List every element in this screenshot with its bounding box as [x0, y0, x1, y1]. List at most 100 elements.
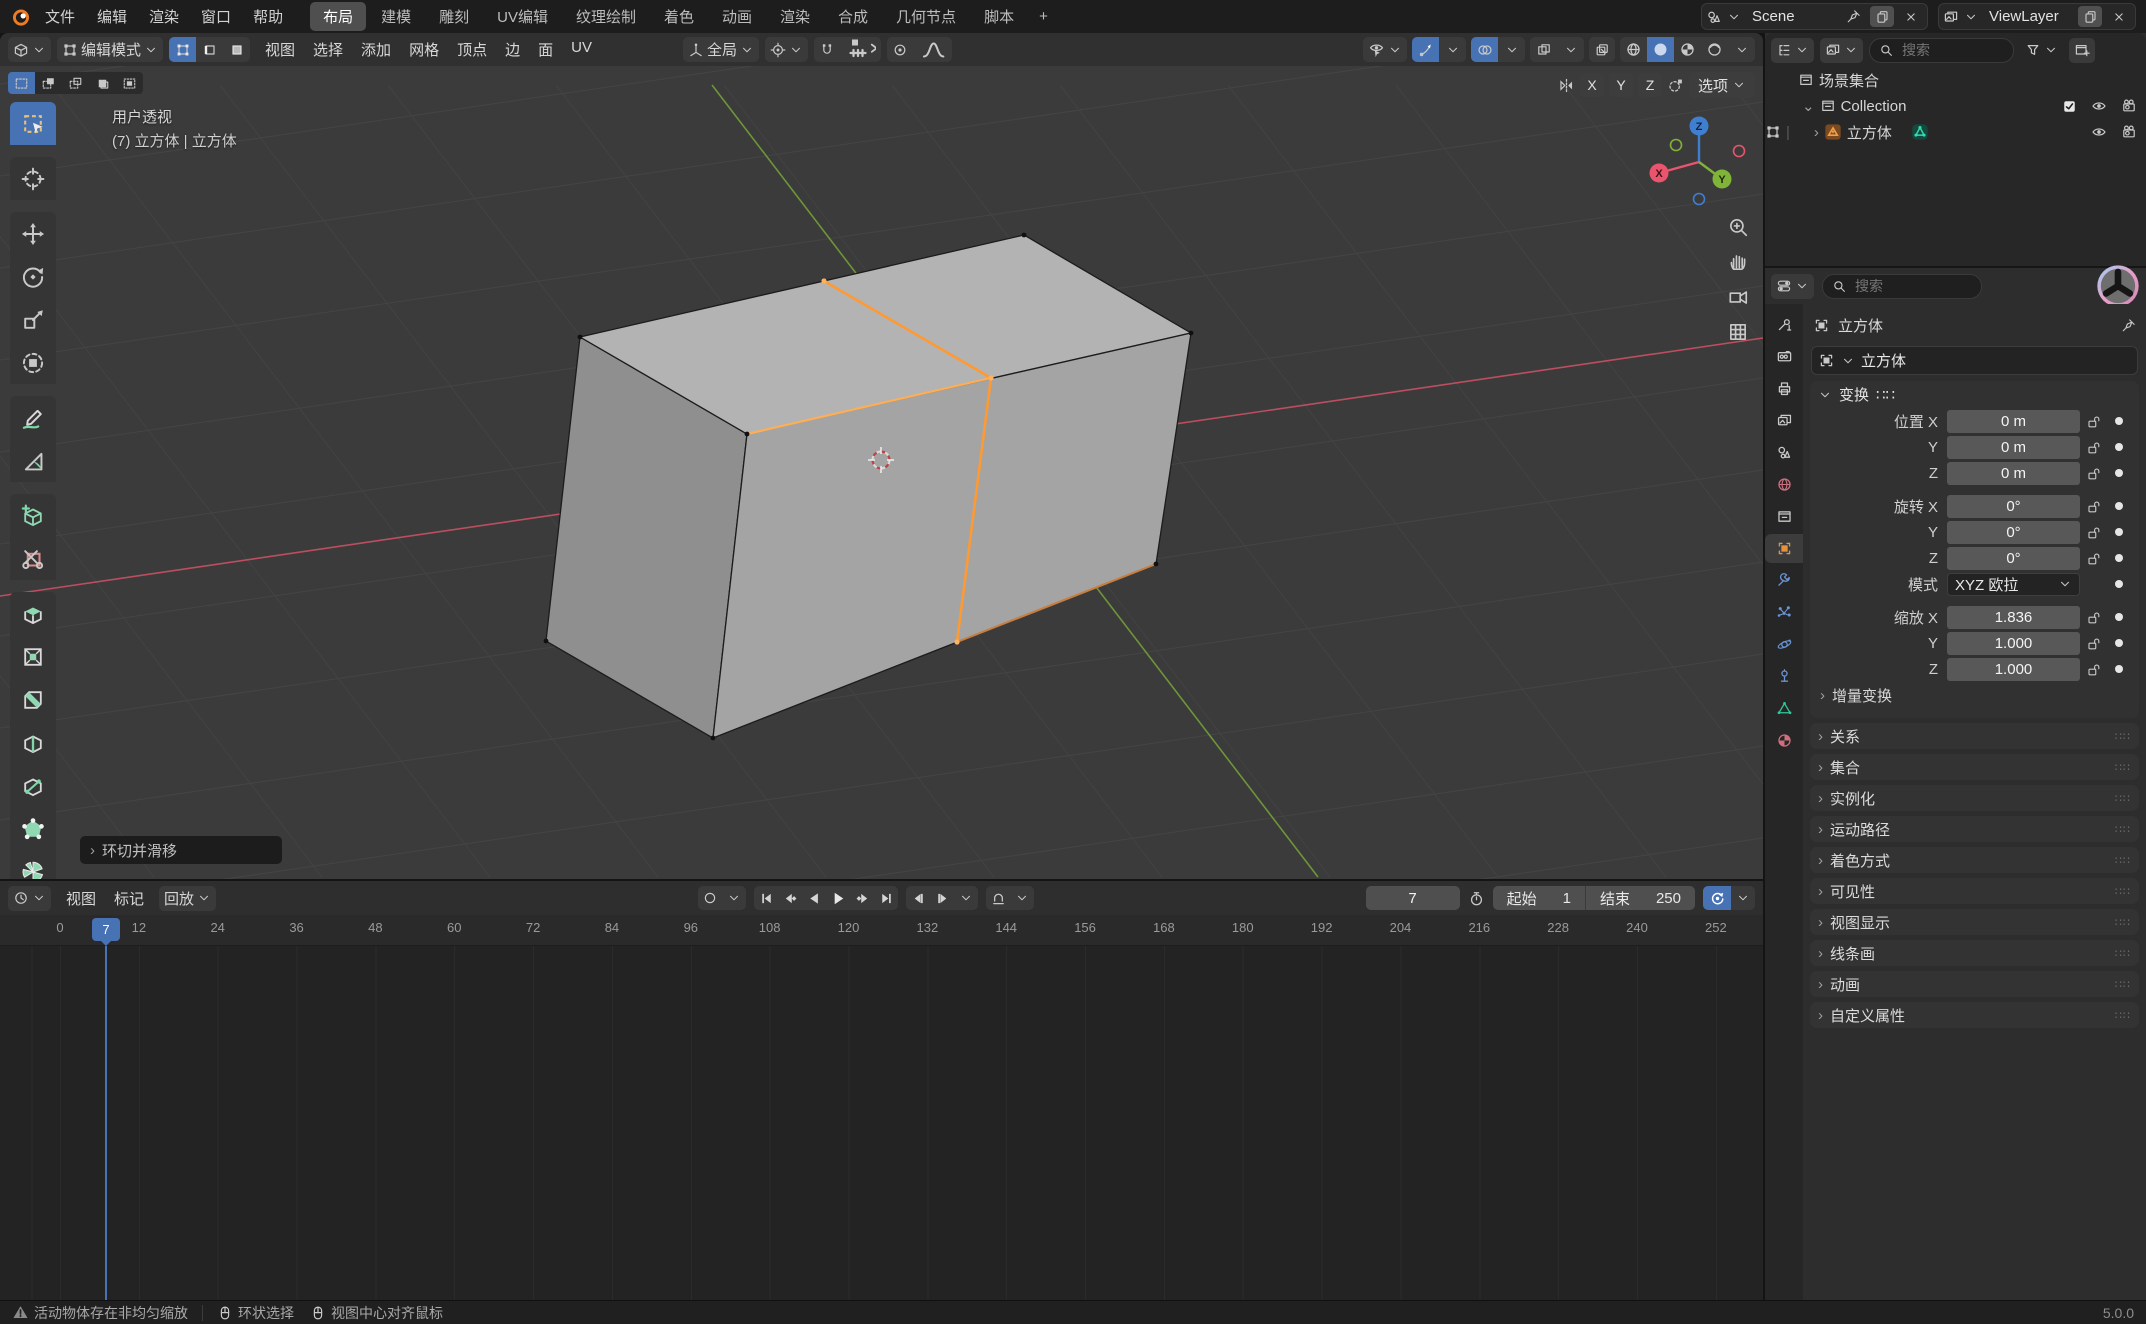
- mirror-x-toggle[interactable]: X: [1580, 73, 1604, 97]
- lock-icon[interactable]: [2086, 610, 2101, 625]
- topbar-menu-item[interactable]: 编辑: [86, 3, 138, 30]
- panel-drag-handle[interactable]: ∷∷: [2115, 947, 2131, 960]
- workspace-tab[interactable]: 几何节点: [883, 2, 969, 31]
- panel-drag-handle[interactable]: ∷∷: [1876, 386, 1895, 404]
- timeline-track-area[interactable]: [0, 946, 1763, 1300]
- lock-icon[interactable]: [2086, 551, 2101, 566]
- snap-settings-dropdown[interactable]: [841, 37, 881, 62]
- outliner-row[interactable]: 场景集合: [1765, 67, 2146, 93]
- camera-view-icon[interactable]: [1727, 286, 1749, 308]
- orientation-dropdown[interactable]: 全局: [683, 37, 759, 62]
- play-button[interactable]: [826, 886, 850, 910]
- timeline-menu-item[interactable]: 标记: [105, 885, 153, 912]
- workspace-tab[interactable]: 动画: [709, 2, 765, 31]
- outliner-row[interactable]: ⌄ Collection: [1765, 93, 2146, 119]
- outliner-item-label[interactable]: 立方体: [1847, 122, 1892, 143]
- gizmo-dropdown[interactable]: [1439, 37, 1466, 62]
- viewport-menu-item[interactable]: 添加: [352, 36, 400, 63]
- wireframe-shading-button[interactable]: [1620, 37, 1647, 62]
- chevron-down-icon[interactable]: [1727, 10, 1741, 24]
- scene-selector[interactable]: Scene: [1701, 3, 1928, 30]
- next-keyframe-button[interactable]: [850, 886, 874, 910]
- start-frame-field[interactable]: 起始 1: [1493, 888, 1585, 909]
- viewport-menu-item[interactable]: 网格: [400, 36, 448, 63]
- tool-annotate[interactable]: [10, 396, 56, 439]
- workspace-tab[interactable]: 脚本: [971, 2, 1027, 31]
- previous-frame-button[interactable]: [906, 886, 930, 910]
- viewport-menu-item[interactable]: 面: [529, 36, 562, 63]
- rotation-x-field[interactable]: 0°: [1947, 495, 2080, 518]
- object-name-value[interactable]: 立方体: [1861, 350, 1906, 371]
- panel-drag-handle[interactable]: ∷∷: [2115, 730, 2131, 743]
- edge-select-button[interactable]: [196, 37, 223, 62]
- viewport-menu-item[interactable]: UV: [562, 36, 601, 63]
- panel-实例化[interactable]: ›实例化∷∷: [1810, 785, 2139, 811]
- properties-tab-collection[interactable]: [1765, 502, 1803, 531]
- lock-icon[interactable]: [2086, 440, 2101, 455]
- animate-dot[interactable]: [2115, 443, 2123, 451]
- show-gizmo-toggle[interactable]: [1412, 37, 1439, 62]
- panel-drag-handle[interactable]: ∷∷: [2115, 885, 2131, 898]
- tool-bevel[interactable]: [10, 678, 56, 721]
- location-z-field[interactable]: 0 m: [1947, 462, 2080, 485]
- topbar-menu-item[interactable]: 帮助: [242, 3, 294, 30]
- playback-sync-toggle[interactable]: [1703, 886, 1731, 910]
- new-collection-button[interactable]: [2069, 38, 2095, 63]
- lock-icon[interactable]: [2086, 414, 2101, 429]
- tool-rotate[interactable]: [10, 255, 56, 298]
- sync-dropdown[interactable]: [1731, 886, 1755, 910]
- panel-drag-handle[interactable]: ∷∷: [2115, 854, 2131, 867]
- tool-scale[interactable]: [10, 298, 56, 341]
- panel-drag-handle[interactable]: ∷∷: [2115, 761, 2131, 774]
- tool-loop-cut[interactable]: [10, 721, 56, 764]
- select-invert-button[interactable]: [89, 72, 116, 94]
- scale-y-field[interactable]: 1.000: [1947, 632, 2080, 655]
- proportional-projected-icon[interactable]: [1667, 77, 1684, 94]
- snap-toggle[interactable]: [814, 37, 841, 62]
- select-extend-button[interactable]: [35, 72, 62, 94]
- workspace-tab[interactable]: 纹理绘制: [563, 2, 649, 31]
- vertex-select-button[interactable]: [169, 37, 196, 62]
- current-frame-field[interactable]: 7: [1366, 886, 1460, 910]
- playhead[interactable]: [105, 946, 107, 1300]
- properties-tab-tool[interactable]: [1765, 310, 1803, 339]
- previous-keyframe-button[interactable]: [778, 886, 802, 910]
- collapse-chevron[interactable]: ⌄: [1802, 97, 1815, 115]
- panel-动画[interactable]: ›动画∷∷: [1810, 971, 2139, 997]
- editor-type-button[interactable]: [8, 37, 51, 62]
- overlays-dropdown[interactable]: [1498, 37, 1525, 62]
- tool-cursor-3d[interactable]: [10, 157, 56, 200]
- close-icon[interactable]: [2107, 6, 2131, 27]
- tool-tweak-select-box[interactable]: [10, 102, 56, 145]
- scale-x-field[interactable]: 1.836: [1947, 606, 2080, 629]
- panel-线条画[interactable]: ›线条画∷∷: [1810, 940, 2139, 966]
- tool-transform[interactable]: [10, 341, 56, 384]
- properties-tab-material[interactable]: [1765, 726, 1803, 755]
- animate-dot[interactable]: [2115, 665, 2123, 673]
- properties-tab-render[interactable]: [1765, 342, 1803, 371]
- scale-z-field[interactable]: 1.000: [1947, 658, 2080, 681]
- select-new-button[interactable]: [8, 72, 35, 94]
- keying-dropdown[interactable]: [722, 886, 746, 910]
- outliner-editor-type-button[interactable]: [1771, 38, 1814, 63]
- properties-tab-object[interactable]: [1765, 534, 1803, 563]
- lock-icon[interactable]: [2086, 466, 2101, 481]
- viewlayer-name[interactable]: ViewLayer: [1983, 8, 2073, 25]
- pin-icon[interactable]: [2121, 318, 2136, 333]
- lock-icon[interactable]: [2086, 636, 2101, 651]
- outliner-item-label[interactable]: Collection: [1841, 98, 1907, 115]
- auto-key-toggle[interactable]: [698, 886, 722, 910]
- viewport-menu-item[interactable]: 选择: [304, 36, 352, 63]
- toggle-xray-button[interactable]: [1589, 37, 1615, 62]
- outliner-search-input[interactable]: [1900, 41, 2004, 59]
- panel-视图显示[interactable]: ›视图显示∷∷: [1810, 909, 2139, 935]
- shading-dropdown[interactable]: [1728, 37, 1755, 62]
- checkbox-toggle[interactable]: [2062, 99, 2077, 114]
- properties-search-input[interactable]: [1853, 277, 1957, 295]
- location-y-field[interactable]: 0 m: [1947, 436, 2080, 459]
- animate-dot[interactable]: [2115, 528, 2123, 536]
- panel-drag-handle[interactable]: ∷∷: [2115, 823, 2131, 836]
- workspace-tab[interactable]: UV编辑: [484, 2, 561, 31]
- workspace-tab[interactable]: 渲染: [767, 2, 823, 31]
- duplicate-icon[interactable]: [2078, 6, 2102, 27]
